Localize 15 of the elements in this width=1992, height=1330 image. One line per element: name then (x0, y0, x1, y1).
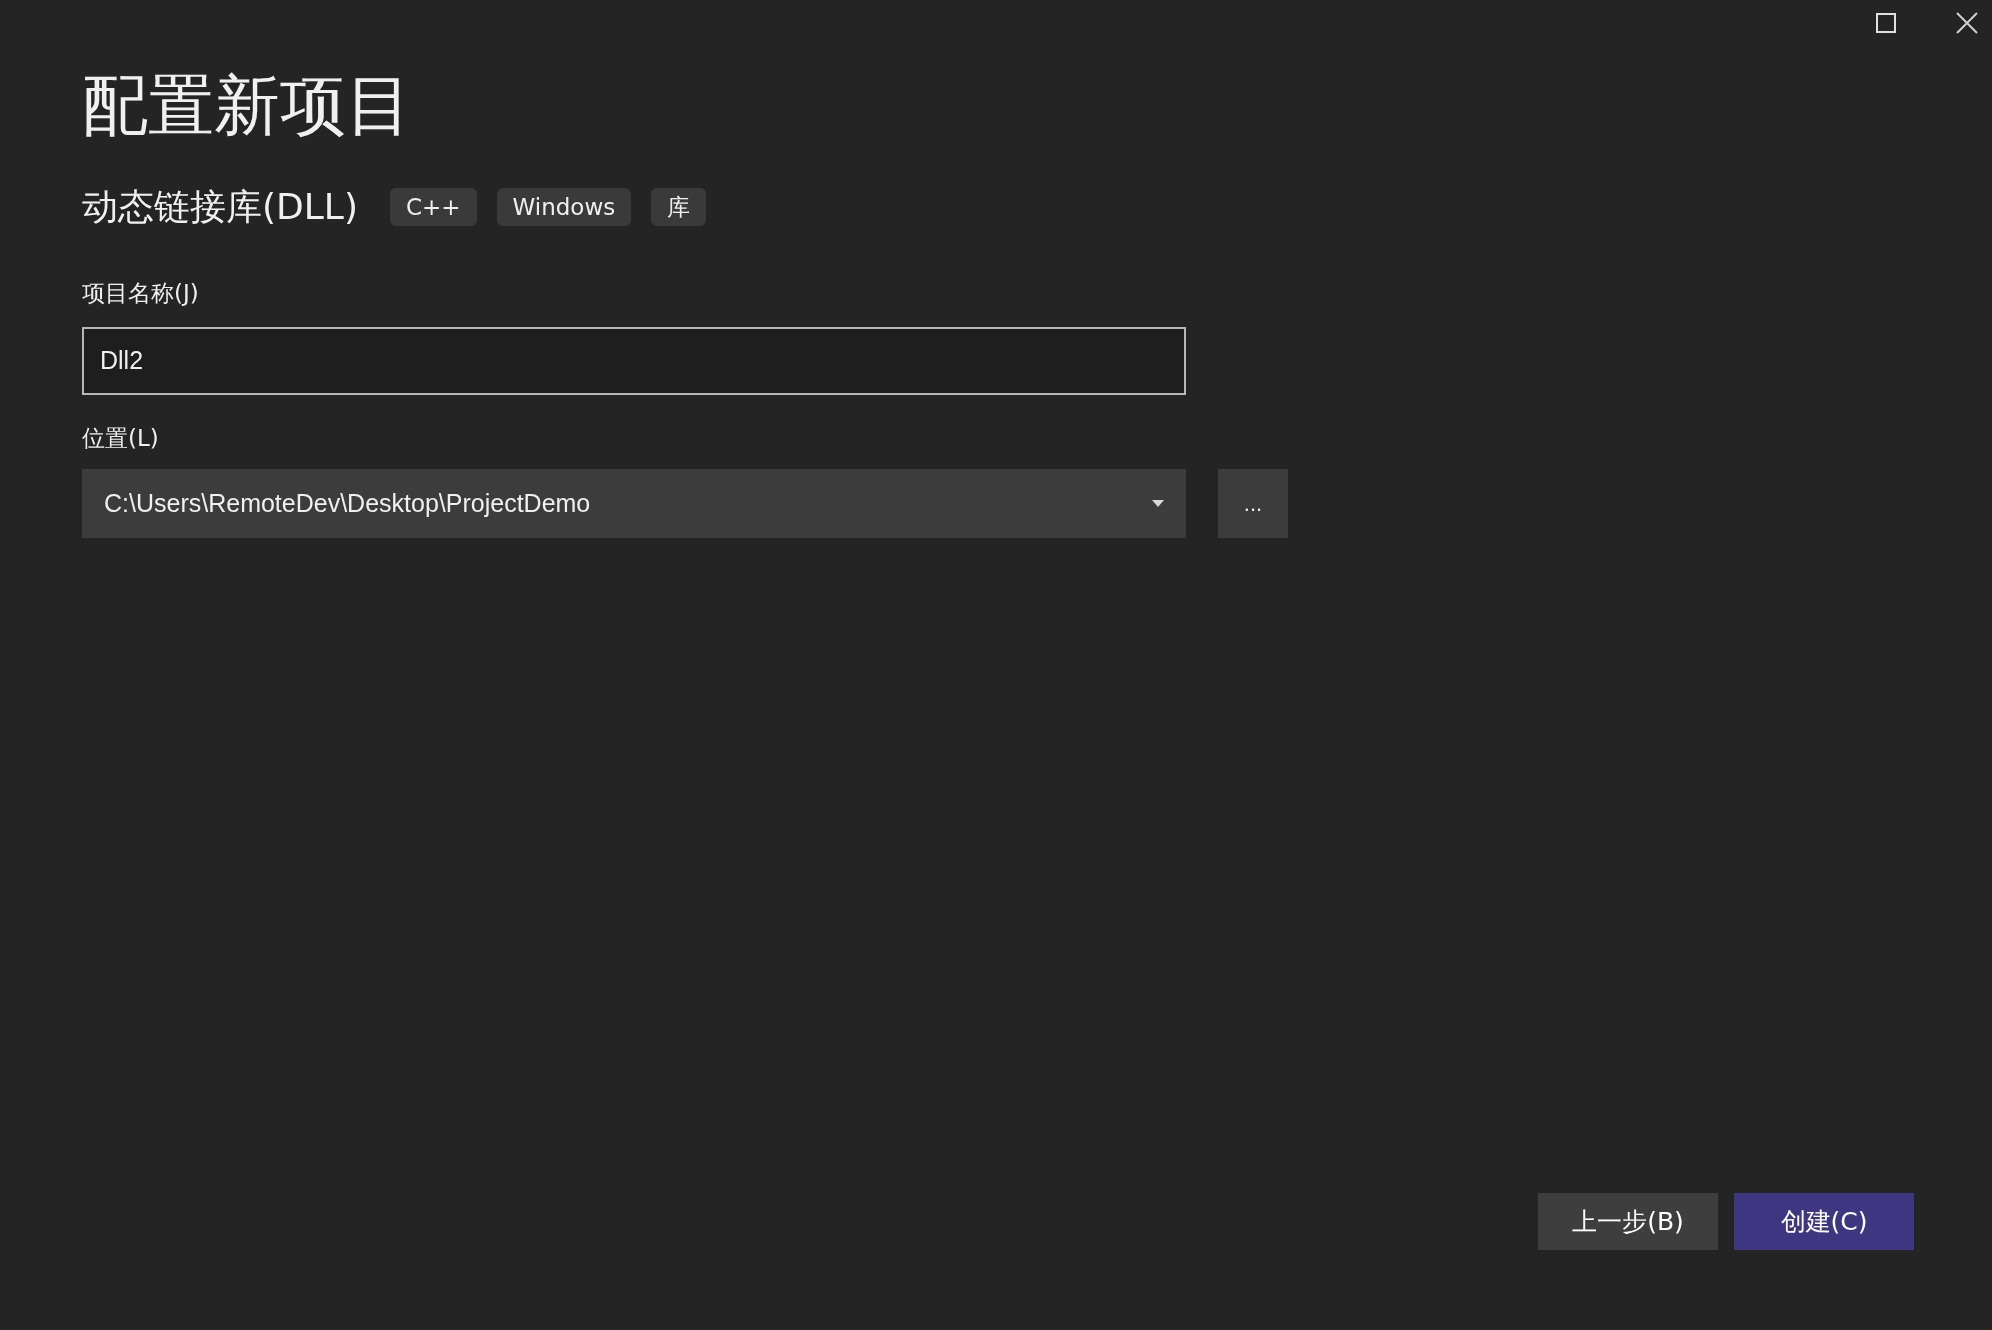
page-title: 配置新项目 (82, 66, 412, 146)
tag: 库 (651, 188, 707, 226)
field-label: 位置(L) (82, 423, 159, 453)
browse-button[interactable]: ... (1218, 469, 1288, 538)
tag: C++ (389, 188, 477, 226)
template-name: 动态链接库(DLL) (82, 185, 358, 229)
back-button[interactable]: 上一步(B) (1538, 1193, 1718, 1250)
create-button[interactable]: 创建(C) (1734, 1193, 1914, 1250)
field-label: 项目名称(J) (82, 279, 199, 308)
tag: Windows (496, 188, 632, 226)
caret-icon (1152, 500, 1164, 507)
project-name-field[interactable]: Dll2 (82, 326, 1186, 395)
location-dropdown[interactable]: C:\Users\RemoteDev\Desktop\ProjectDemo (82, 469, 1186, 538)
maximize-icon[interactable] (1876, 13, 1896, 33)
close-icon[interactable] (1956, 12, 1978, 34)
